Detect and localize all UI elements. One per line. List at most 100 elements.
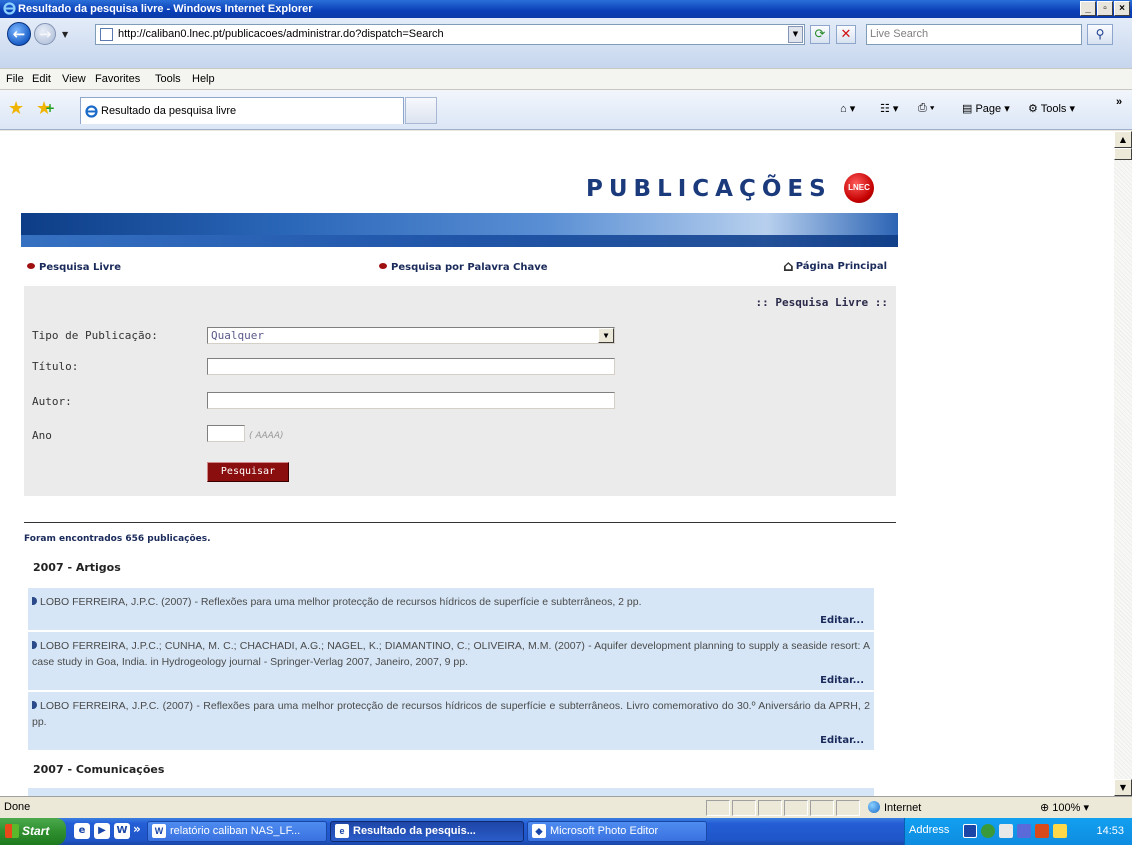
nav-free-search-label: Pesquisa Livre [39, 262, 121, 273]
volume-icon[interactable] [1053, 824, 1067, 838]
new-tab-button[interactable] [405, 97, 437, 124]
clock: 14:53 [1096, 825, 1124, 837]
tab-resultado[interactable]: Resultado da pesquisa livre [80, 97, 404, 124]
menu-tools[interactable]: Tools [155, 69, 181, 89]
network-icon[interactable] [999, 824, 1013, 838]
menu-bar: File Edit View Favorites Tools Help [0, 68, 1132, 90]
page-viewport: PUBLICAÇÕES LNEC Pesquisa Livre Pesquisa… [0, 131, 1114, 796]
publication-type-value: Qualquer [211, 329, 264, 342]
tools-menu-label: Tools [1040, 103, 1067, 115]
title-label: Título: [32, 360, 79, 373]
live-search-input[interactable]: Live Search [866, 24, 1082, 45]
ie-logo-icon [3, 2, 16, 15]
bullet-icon [32, 701, 37, 709]
recent-pages-dropdown[interactable]: ▼ [62, 30, 68, 39]
nav-keyword-search-label: Pesquisa por Palavra Chave [391, 262, 548, 273]
favorites-star-icon[interactable]: ★ [8, 98, 24, 119]
panel-title: :: Pesquisa Livre :: [755, 296, 888, 309]
taskbar: Start e ▶ W » Wrelatório caliban NAS_LF.… [0, 818, 1132, 845]
forward-button[interactable]: → [34, 23, 56, 45]
tab-bar: ★ ★ Resultado da pesquisa livre ⌂ ▾ ☷ ▾ … [0, 90, 1132, 130]
task-word-document[interactable]: Wrelatório caliban NAS_LF... [147, 821, 327, 842]
ie-tab-icon [85, 105, 98, 118]
refresh-button[interactable]: ⟳ [810, 25, 830, 44]
author-input[interactable] [207, 392, 615, 409]
status-pane [784, 800, 808, 816]
chevron-more-icon[interactable]: » [1116, 96, 1122, 108]
page-menu-button[interactable]: ▤ Page ▾ [962, 102, 1010, 115]
search-placeholder: Live Search [870, 28, 929, 40]
zoom-control[interactable]: ⊕ 100% ▾ [1040, 801, 1089, 814]
window-title: Resultado da pesquisa livre - Windows In… [18, 3, 313, 15]
vertical-scrollbar[interactable]: ▲ ▼ [1114, 131, 1132, 796]
status-pane [758, 800, 782, 816]
bullet-icon [32, 597, 37, 605]
nav-home-link[interactable]: ⌂ Página Principal [783, 257, 887, 275]
quicklaunch-word-icon[interactable]: W [114, 823, 130, 839]
quicklaunch-ie-icon[interactable]: e [74, 823, 90, 839]
menu-help[interactable]: Help [192, 69, 215, 89]
title-input[interactable] [207, 358, 615, 375]
bullet-icon [27, 263, 35, 269]
task-photo-editor[interactable]: ◆ Microsoft Photo Editor [527, 821, 707, 842]
language-icon[interactable] [963, 824, 977, 838]
windows-flag-icon [5, 824, 19, 838]
status-bar: Done Internet ⊕ 100% ▾ [0, 796, 1132, 818]
start-label: Start [22, 824, 50, 838]
scroll-up-button[interactable]: ▲ [1114, 131, 1132, 148]
feeds-icon[interactable]: ☷ ▾ [880, 102, 898, 115]
add-favorite-icon[interactable]: ★ [36, 98, 55, 119]
nav-home-label: Página Principal [795, 261, 887, 272]
security-zone: Internet [868, 801, 921, 814]
tray-app-icon[interactable] [1035, 824, 1049, 838]
section-heading: 2007 - Artigos [33, 561, 121, 574]
zoom-value: 100% [1052, 802, 1081, 814]
publication-type-select[interactable]: Qualquer ▼ [207, 327, 615, 344]
maximize-button[interactable]: ▫ [1097, 1, 1113, 16]
back-button[interactable]: ← [7, 22, 31, 46]
task-ie-window[interactable]: e Resultado da pesquis... [330, 821, 524, 842]
edit-link[interactable]: Editar... [820, 615, 864, 626]
print-icon[interactable]: ⎙ ▾ [918, 102, 934, 115]
address-dropdown-button[interactable]: ▼ [788, 26, 803, 43]
nav-keyword-search[interactable]: Pesquisa por Palavra Chave [379, 262, 548, 273]
search-icon[interactable]: ⚲ [1087, 24, 1113, 45]
ie-icon: e [335, 824, 349, 838]
result-text: LOBO FERREIRA, J.P.C. (2007) - Reflexões… [32, 700, 870, 728]
nav-free-search[interactable]: Pesquisa Livre [27, 262, 121, 273]
divider [24, 522, 896, 523]
result-item: LOBO FERREIRA, J.P.C.; CUNHA, M. C.; CHA… [28, 632, 874, 692]
home-icon[interactable]: ⌂ ▾ [840, 102, 855, 115]
close-button[interactable]: × [1114, 1, 1130, 16]
stop-button[interactable]: ✕ [836, 25, 856, 44]
address-input[interactable]: http://caliban0.lnec.pt/publicacoes/admi… [95, 24, 805, 45]
scroll-down-button[interactable]: ▼ [1114, 779, 1132, 796]
start-button[interactable]: Start [0, 818, 66, 845]
word-icon: W [152, 824, 166, 838]
pesquisar-button[interactable]: Pesquisar [207, 462, 289, 482]
menu-file[interactable]: File [6, 69, 24, 89]
quicklaunch-more-icon[interactable]: » [133, 822, 141, 836]
status-pane [732, 800, 756, 816]
year-label: Ano [32, 429, 52, 442]
menu-view[interactable]: View [62, 69, 86, 89]
chevron-down-icon[interactable]: ▼ [598, 328, 614, 343]
quicklaunch-media-icon[interactable]: ▶ [94, 823, 110, 839]
header-banner [21, 213, 898, 247]
status-text: Done [4, 801, 31, 813]
menu-edit[interactable]: Edit [32, 69, 51, 89]
section-heading: 2007 - Comunicações [33, 763, 165, 776]
scroll-thumb[interactable] [1114, 148, 1132, 160]
edit-link[interactable]: Editar... [820, 735, 864, 746]
edit-link[interactable]: Editar... [820, 675, 864, 686]
year-format-hint: ( AAAA) [249, 431, 284, 441]
tray-app-icon[interactable] [981, 824, 995, 838]
year-input[interactable] [207, 425, 245, 442]
minimize-button[interactable]: _ [1080, 1, 1096, 16]
tools-menu-button[interactable]: ⚙ Tools ▾ [1028, 102, 1075, 115]
house-icon: ⌂ [783, 257, 794, 275]
search-form-panel: :: Pesquisa Livre :: Tipo de Publicação:… [24, 286, 896, 496]
shield-icon[interactable] [1017, 824, 1031, 838]
result-item: LOBO FERREIRA, J.P.C. (2007) - Reflexões… [28, 588, 874, 632]
menu-favorites[interactable]: Favorites [95, 69, 140, 89]
